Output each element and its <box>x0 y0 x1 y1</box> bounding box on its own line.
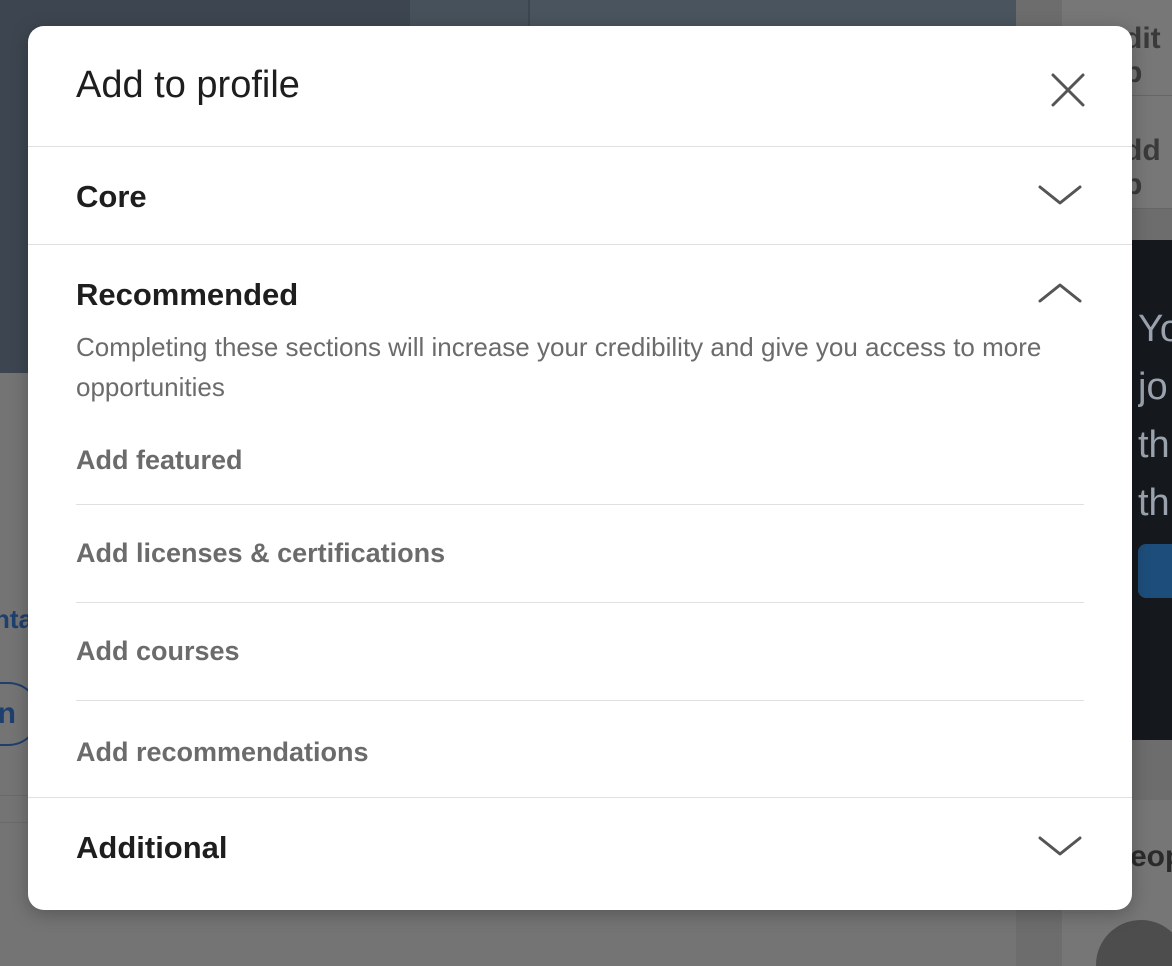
item-label: Add licenses & certifications <box>76 538 446 568</box>
section-recommended: Recommended Completing these sections wi… <box>28 245 1132 798</box>
ad-line: th <box>1138 424 1170 466</box>
sidebar-text: eop <box>1130 840 1172 873</box>
section-additional: Additional <box>28 798 1132 895</box>
recommended-item-list: Add featured Add licenses & certificatio… <box>76 417 1084 797</box>
chevron-up-icon <box>1036 275 1084 311</box>
modal-header: Add to profile <box>28 26 1132 147</box>
add-courses-item[interactable]: Add courses <box>76 603 1084 701</box>
chevron-down-icon <box>1036 177 1084 213</box>
close-button[interactable] <box>1046 68 1090 112</box>
add-featured-item[interactable]: Add featured <box>76 417 1084 505</box>
add-licenses-certifications-item[interactable]: Add licenses & certifications <box>76 505 1084 603</box>
item-label: Add recommendations <box>76 736 369 767</box>
background-button-label: n <box>0 697 16 730</box>
ad-line: Yo <box>1138 308 1172 350</box>
modal-title: Add to profile <box>76 64 300 106</box>
section-title: Recommended <box>76 277 299 312</box>
item-label: Add featured <box>76 445 243 475</box>
ad-line: th <box>1138 482 1170 524</box>
section-recommended-toggle[interactable]: Recommended <box>28 245 1132 341</box>
ad-line: jo <box>1138 366 1168 408</box>
section-core-toggle[interactable]: Core <box>28 147 1132 244</box>
section-additional-toggle[interactable]: Additional <box>28 798 1132 895</box>
section-title: Core <box>76 179 147 214</box>
close-icon <box>1051 73 1085 107</box>
item-label: Add courses <box>76 636 240 666</box>
sidebar-ad-text: Yo jo th th <box>1138 300 1172 532</box>
chevron-down-icon <box>1036 828 1084 864</box>
add-recommendations-item[interactable]: Add recommendations <box>76 701 1084 797</box>
section-core: Core <box>28 147 1132 245</box>
add-to-profile-modal: Add to profile Core Recommended Completi… <box>28 26 1132 910</box>
sidebar-ad-button <box>1138 544 1172 598</box>
section-title: Additional <box>76 830 228 865</box>
